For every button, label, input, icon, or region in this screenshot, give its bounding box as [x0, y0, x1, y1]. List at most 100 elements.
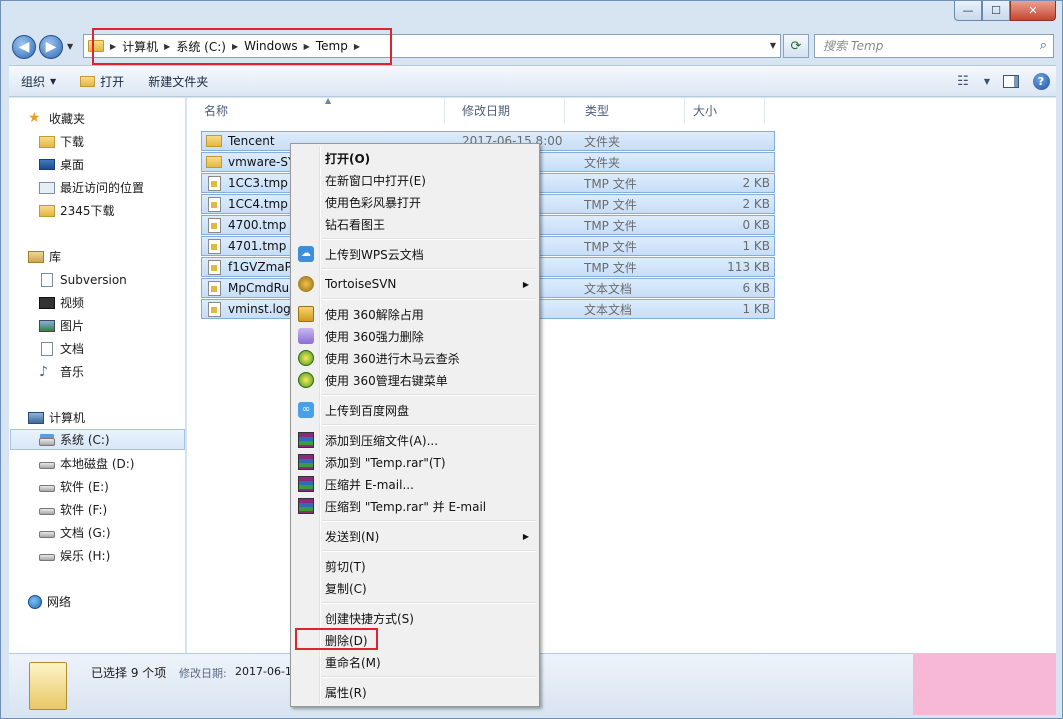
- menu-item-label: 剪切(T): [325, 559, 366, 574]
- menu-item[interactable]: 添加到压缩文件(A)...: [293, 429, 537, 451]
- sidebar-item-subversion[interactable]: Subversion: [39, 269, 127, 290]
- menu-item[interactable]: 使用 360管理右键菜单: [293, 369, 537, 391]
- sidebar-item-documents[interactable]: 文档: [39, 338, 84, 359]
- file-size-cell: 0 KB: [742, 218, 770, 232]
- sidebar-item-pictures[interactable]: 图片: [39, 315, 84, 336]
- chevron-down-icon[interactable]: ▼: [978, 66, 996, 96]
- sidebar-computer[interactable]: 计算机: [28, 407, 85, 428]
- sidebar-label: 下载: [60, 135, 85, 149]
- sidebar-label: 库: [49, 250, 62, 264]
- search-input[interactable]: [823, 39, 1023, 53]
- sidebar-label: 桌面: [60, 158, 85, 172]
- 360c-icon: [298, 372, 314, 388]
- refresh-button[interactable]: ⟳: [783, 34, 809, 58]
- rar-icon: [298, 432, 314, 448]
- file-icon: [208, 217, 221, 233]
- menu-item[interactable]: 压缩到 "Temp.rar" 并 E-mail: [293, 495, 537, 517]
- help-button[interactable]: ?: [1026, 66, 1056, 96]
- folder-icon: [39, 135, 55, 148]
- search-field[interactable]: ⌕: [814, 34, 1054, 58]
- svn-icon: [298, 276, 314, 292]
- sidebar-favorites[interactable]: ★ 收藏夹: [28, 108, 85, 129]
- column-header-date[interactable]: 修改日期: [445, 98, 565, 123]
- menu-item[interactable]: 使用 360进行木马云查杀: [293, 347, 537, 369]
- file-name: MpCmdRur: [228, 281, 294, 295]
- menu-item[interactable]: ☁ 上传到WPS云文档: [293, 243, 537, 265]
- sidebar-item-drive-f[interactable]: 软件 (F:): [39, 499, 107, 520]
- menu-item[interactable]: 重命名(M): [293, 651, 537, 673]
- sort-ascending-icon: ▲: [325, 96, 332, 105]
- sidebar-item-music[interactable]: ♪ 音乐: [39, 361, 84, 382]
- sidebar-item-drive-d[interactable]: 本地磁盘 (D:): [39, 453, 134, 474]
- wps-icon: ☁: [298, 246, 314, 262]
- menu-item[interactable]: 钻石看图王: [293, 213, 537, 235]
- sidebar-libraries[interactable]: 库: [28, 246, 61, 267]
- menu-item[interactable]: 属性(R): [293, 681, 537, 703]
- preview-pane-button[interactable]: [996, 66, 1026, 96]
- forward-button[interactable]: ▶: [39, 35, 63, 59]
- sidebar-item-drive-h[interactable]: 娱乐 (H:): [39, 545, 110, 566]
- sidebar-item-downloads[interactable]: 下载: [39, 131, 84, 152]
- menu-item[interactable]: 复制(C): [293, 577, 537, 599]
- menu-item[interactable]: 打开(O): [293, 147, 537, 169]
- close-button[interactable]: ✕: [1010, 1, 1056, 21]
- desktop-icon: [39, 159, 55, 170]
- sidebar-item-desktop[interactable]: 桌面: [39, 154, 84, 175]
- maximize-button[interactable]: ☐: [982, 1, 1010, 21]
- menu-item[interactable]: 剪切(T): [293, 555, 537, 577]
- help-icon: ?: [1032, 72, 1050, 90]
- context-menu: 打开(O) 在新窗口中打开(E) 使用色彩风暴打开 钻石看图王 ☁ 上传到WPS云文档 To…: [290, 143, 540, 707]
- sidebar-label: 文档: [60, 342, 85, 356]
- organize-button[interactable]: 组织 ▼: [9, 66, 68, 96]
- open-label: 打开: [100, 74, 125, 89]
- menu-item-label: 添加到 "Temp.rar"(T): [325, 455, 446, 470]
- selection-count: 已选择 9 个项: [91, 666, 167, 680]
- column-header-type[interactable]: 类型: [565, 98, 685, 123]
- sidebar-item-videos[interactable]: 视频: [39, 292, 84, 313]
- menu-item[interactable]: ∞ 上传到百度网盘: [293, 399, 537, 421]
- file-name: 4700.tmp: [228, 218, 287, 232]
- menu-item[interactable]: 压缩并 E-mail...: [293, 473, 537, 495]
- menu-item-label: 打开(O): [325, 151, 371, 166]
- menu-item[interactable]: 使用色彩风暴打开: [293, 191, 537, 213]
- chevron-down-icon[interactable]: ▼: [770, 41, 776, 50]
- open-button[interactable]: 打开: [68, 66, 136, 96]
- file-name: f1GVZmaPy: [228, 260, 299, 274]
- recent-pages-dropdown[interactable]: ▼: [67, 42, 73, 51]
- sidebar-item-drive-c[interactable]: 系统 (C:): [10, 429, 185, 450]
- sidebar-item-2345[interactable]: 2345下载: [39, 200, 115, 221]
- menu-item[interactable]: 创建快捷方式(S): [293, 607, 537, 629]
- menu-item[interactable]: 在新窗口中打开(E): [293, 169, 537, 191]
- menu-item[interactable]: TortoiseSVN ▶: [293, 273, 537, 295]
- file-name: 4701.tmp: [228, 239, 287, 253]
- explorer-window: — ☐ ✕ ◀ ▶ ▼ ▶ 计算机 ▶ 系统 (C:) ▶ Windows ▶ …: [0, 0, 1063, 719]
- 360a-icon: [298, 306, 314, 322]
- sidebar-label: 视频: [60, 296, 85, 310]
- column-header-size[interactable]: 大小: [685, 98, 765, 123]
- menu-item[interactable]: 发送到(N) ▶: [293, 525, 537, 547]
- modified-date-label: 修改日期:: [179, 667, 227, 680]
- file-icon: [208, 259, 221, 275]
- file-size-cell: 2 KB: [742, 176, 770, 190]
- 360b-icon: [298, 328, 314, 344]
- back-button[interactable]: ◀: [12, 35, 36, 59]
- sidebar-item-recent[interactable]: 最近访问的位置: [39, 177, 144, 198]
- column-header-name[interactable]: 名称: [187, 98, 445, 123]
- minimize-button[interactable]: —: [954, 1, 982, 21]
- multiple-files-icon: [29, 662, 67, 710]
- rar-icon: [298, 454, 314, 470]
- drive-icon: [39, 553, 55, 561]
- menu-item[interactable]: 使用 360解除占用: [293, 303, 537, 325]
- menu-item[interactable]: 使用 360强力删除: [293, 325, 537, 347]
- search-icon[interactable]: ⌕: [1040, 38, 1047, 53]
- sidebar-item-drive-e[interactable]: 软件 (E:): [39, 476, 109, 497]
- new-folder-button[interactable]: 新建文件夹: [136, 66, 220, 96]
- document-icon: [41, 272, 53, 287]
- menu-item[interactable]: 添加到 "Temp.rar"(T): [293, 451, 537, 473]
- view-options-icon[interactable]: ☷: [948, 66, 978, 96]
- file-size-cell: 1 KB: [742, 302, 770, 316]
- sidebar-network[interactable]: 网络: [28, 591, 71, 612]
- sidebar-item-drive-g[interactable]: 文档 (G:): [39, 522, 111, 543]
- address-highlight-box: [92, 28, 392, 65]
- file-size-cell: 1 KB: [742, 239, 770, 253]
